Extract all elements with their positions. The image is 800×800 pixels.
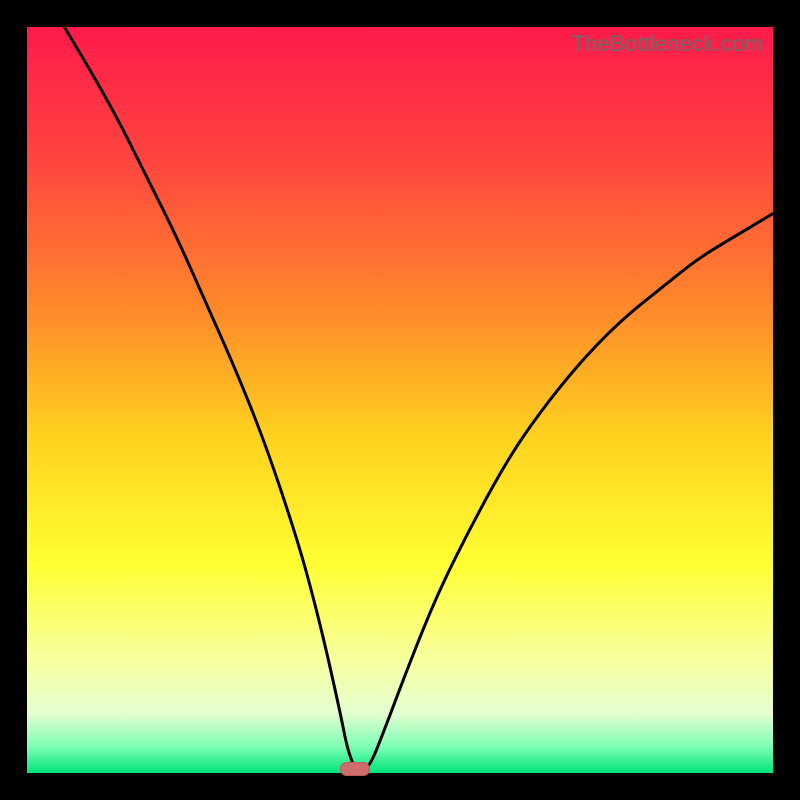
chart-frame: TheBottleneck.com [27,27,773,773]
bottleneck-chart [27,27,773,773]
optimal-point-marker [340,762,370,776]
gradient-background [27,27,773,773]
watermark-text: TheBottleneck.com [571,31,763,57]
